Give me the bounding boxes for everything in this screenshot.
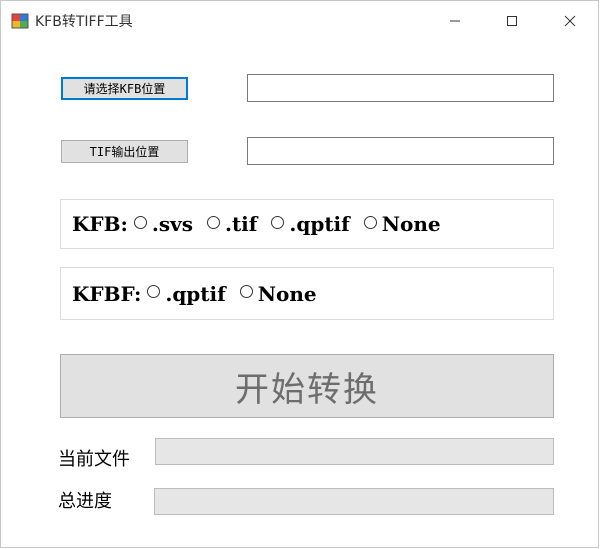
kfb-option-tif[interactable]: .tif: [206, 212, 258, 236]
kfb-option-tif-label: .tif: [224, 212, 258, 236]
window-title: KFB转TIFF工具: [35, 14, 133, 30]
maximize-button[interactable]: [489, 1, 535, 41]
select-kfb-button[interactable]: 请选择KFB位置: [61, 77, 188, 100]
close-button[interactable]: [547, 1, 593, 41]
kfbf-option-qptif-label: .qptif: [165, 281, 226, 306]
app-window: KFB转TIFF工具 请选择KFB位置 TIF输出位置 KFB: .svs .t…: [0, 0, 599, 548]
close-icon: [564, 15, 576, 27]
radio-circle-icon[interactable]: [363, 215, 377, 229]
minimize-icon: [450, 20, 460, 22]
kfb-path-input[interactable]: [247, 74, 554, 102]
kfbf-format-group: KFBF: .qptif None: [60, 267, 554, 320]
minimize-button[interactable]: [432, 1, 478, 41]
kfb-option-svs[interactable]: .svs: [133, 212, 193, 236]
radio-circle-icon[interactable]: [206, 215, 220, 229]
tif-output-button[interactable]: TIF输出位置: [61, 140, 188, 163]
radio-circle-icon[interactable]: [147, 285, 161, 298]
kfb-group-label: KFB:: [72, 212, 128, 236]
current-file-label: 当前文件: [58, 449, 130, 470]
current-file-progress: [155, 438, 554, 465]
title-bar[interactable]: KFB转TIFF工具: [1, 1, 598, 41]
maximize-icon: [507, 16, 517, 26]
kfb-option-none[interactable]: None: [363, 212, 441, 236]
kfb-option-none-label: None: [381, 212, 441, 236]
kfbf-option-none-label: None: [257, 281, 317, 306]
kfb-option-svs-label: .svs: [151, 212, 193, 236]
kfbf-group-label: KFBF:: [72, 281, 142, 306]
radio-circle-icon[interactable]: [239, 285, 253, 298]
start-convert-button[interactable]: 开始转换: [60, 354, 554, 418]
kfb-option-qptif-label: .qptif: [289, 212, 350, 236]
total-progress-label: 总进度: [58, 491, 112, 512]
kfb-option-qptif[interactable]: .qptif: [271, 212, 350, 236]
kfbf-option-qptif[interactable]: .qptif: [147, 281, 226, 306]
kfb-format-group: KFB: .svs .tif .qptif None: [60, 199, 554, 249]
app-icon: [11, 13, 29, 29]
radio-circle-icon[interactable]: [133, 215, 147, 229]
total-progress: [154, 488, 554, 515]
tif-path-input[interactable]: [247, 137, 554, 165]
kfbf-option-none[interactable]: None: [239, 281, 317, 306]
radio-circle-icon[interactable]: [271, 215, 285, 229]
